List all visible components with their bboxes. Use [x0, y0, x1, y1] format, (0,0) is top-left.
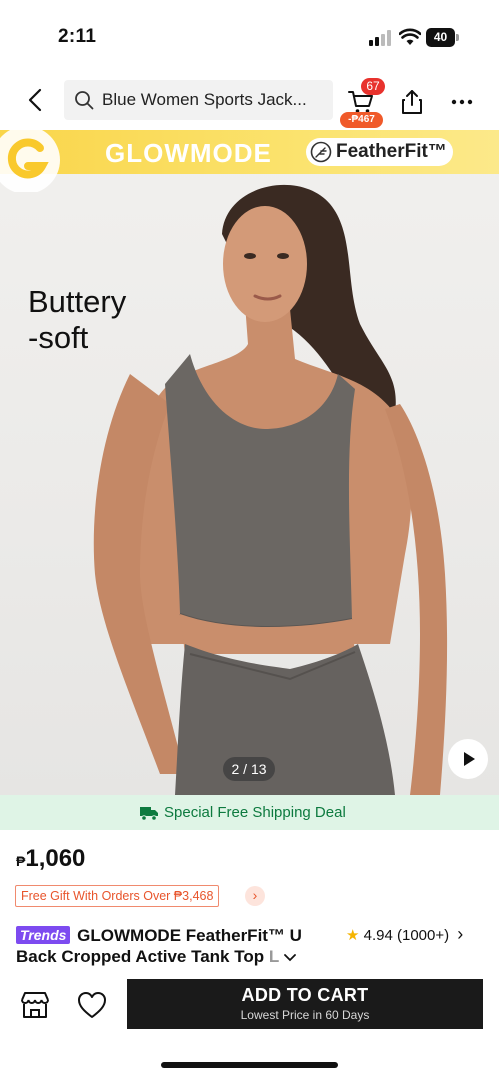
- cart-discount-badge: -₱467: [340, 112, 383, 128]
- rating-chevron-icon: ›: [457, 924, 464, 944]
- bottom-action-bar: ADD TO CART Lowest Price in 60 Days: [0, 970, 499, 1080]
- search-query: Blue Women Sports Jack...: [102, 90, 307, 109]
- price-currency: ₱: [16, 853, 26, 869]
- search-input[interactable]: Blue Women Sports Jack...: [64, 80, 333, 120]
- brand-sub-label: FeatherFit™: [336, 141, 447, 162]
- battery-tip: [456, 34, 459, 41]
- price-value: 1,060: [25, 845, 86, 872]
- wifi-icon: [399, 28, 421, 45]
- battery-level: 40: [426, 28, 455, 47]
- brand-banner: GLOWMODE FeatherFit™: [0, 130, 499, 192]
- status-bar: 2:11 40: [0, 0, 499, 70]
- wishlist-heart-icon[interactable]: [76, 990, 108, 1020]
- product-price: ₱1,060: [16, 845, 85, 873]
- product-title[interactable]: Trends GLOWMODE FeatherFit™ U Back Cropp…: [16, 925, 326, 967]
- image-overlay-text: Buttery -soft: [28, 284, 126, 356]
- add-to-cart-button[interactable]: ADD TO CART Lowest Price in 60 Days: [127, 979, 483, 1029]
- truck-icon: [140, 807, 158, 821]
- gift-chevron-icon[interactable]: ›: [245, 886, 265, 906]
- status-time: 2:11: [58, 26, 97, 47]
- play-icon: [464, 752, 475, 766]
- add-to-cart-label: ADD TO CART: [241, 985, 369, 1005]
- brand-sub-badge: FeatherFit™: [306, 138, 453, 166]
- product-title-fade: L: [264, 947, 279, 966]
- battery-icon: 40: [426, 28, 460, 47]
- product-rating[interactable]: ★ 4.94 (1000+) ›: [346, 924, 463, 945]
- cart-button[interactable]: 67 -₱467: [340, 78, 388, 128]
- play-video-button[interactable]: [448, 739, 488, 779]
- more-options-icon[interactable]: [448, 88, 476, 116]
- star-icon: ★: [346, 927, 360, 944]
- trends-badge: Trends: [16, 926, 71, 944]
- feather-icon: [310, 141, 332, 163]
- add-to-cart-sublabel: Lowest Price in 60 Days: [240, 1008, 370, 1022]
- cellular-signal-icon: [369, 30, 391, 46]
- image-page-indicator: 2 / 13: [223, 757, 275, 781]
- free-gift-tag[interactable]: Free Gift With Orders Over ₱3,468: [15, 885, 220, 907]
- shipping-text: Special Free Shipping Deal: [164, 804, 346, 821]
- overlay-line-1: Buttery: [28, 284, 127, 319]
- back-icon[interactable]: [20, 84, 52, 116]
- store-icon[interactable]: [19, 990, 51, 1020]
- rating-value: 4.94 (1000+): [363, 927, 450, 944]
- product-image-carousel[interactable]: GLOWMODE FeatherFit™ Buttery -soft 2 / 1…: [0, 130, 499, 795]
- brand-logo-icon: [0, 130, 60, 192]
- expand-chevron-icon[interactable]: [283, 954, 296, 962]
- home-indicator[interactable]: [161, 1062, 338, 1068]
- product-photo: [93, 184, 448, 795]
- shipping-banner[interactable]: Special Free Shipping Deal: [0, 795, 499, 830]
- cart-count-badge: 67: [361, 78, 385, 95]
- overlay-line-2: -soft: [28, 320, 89, 355]
- share-icon[interactable]: [398, 88, 426, 116]
- brand-name: GLOWMODE: [105, 138, 272, 168]
- search-icon: [75, 91, 94, 110]
- top-nav: Blue Women Sports Jack... 67 -₱467: [0, 70, 499, 132]
